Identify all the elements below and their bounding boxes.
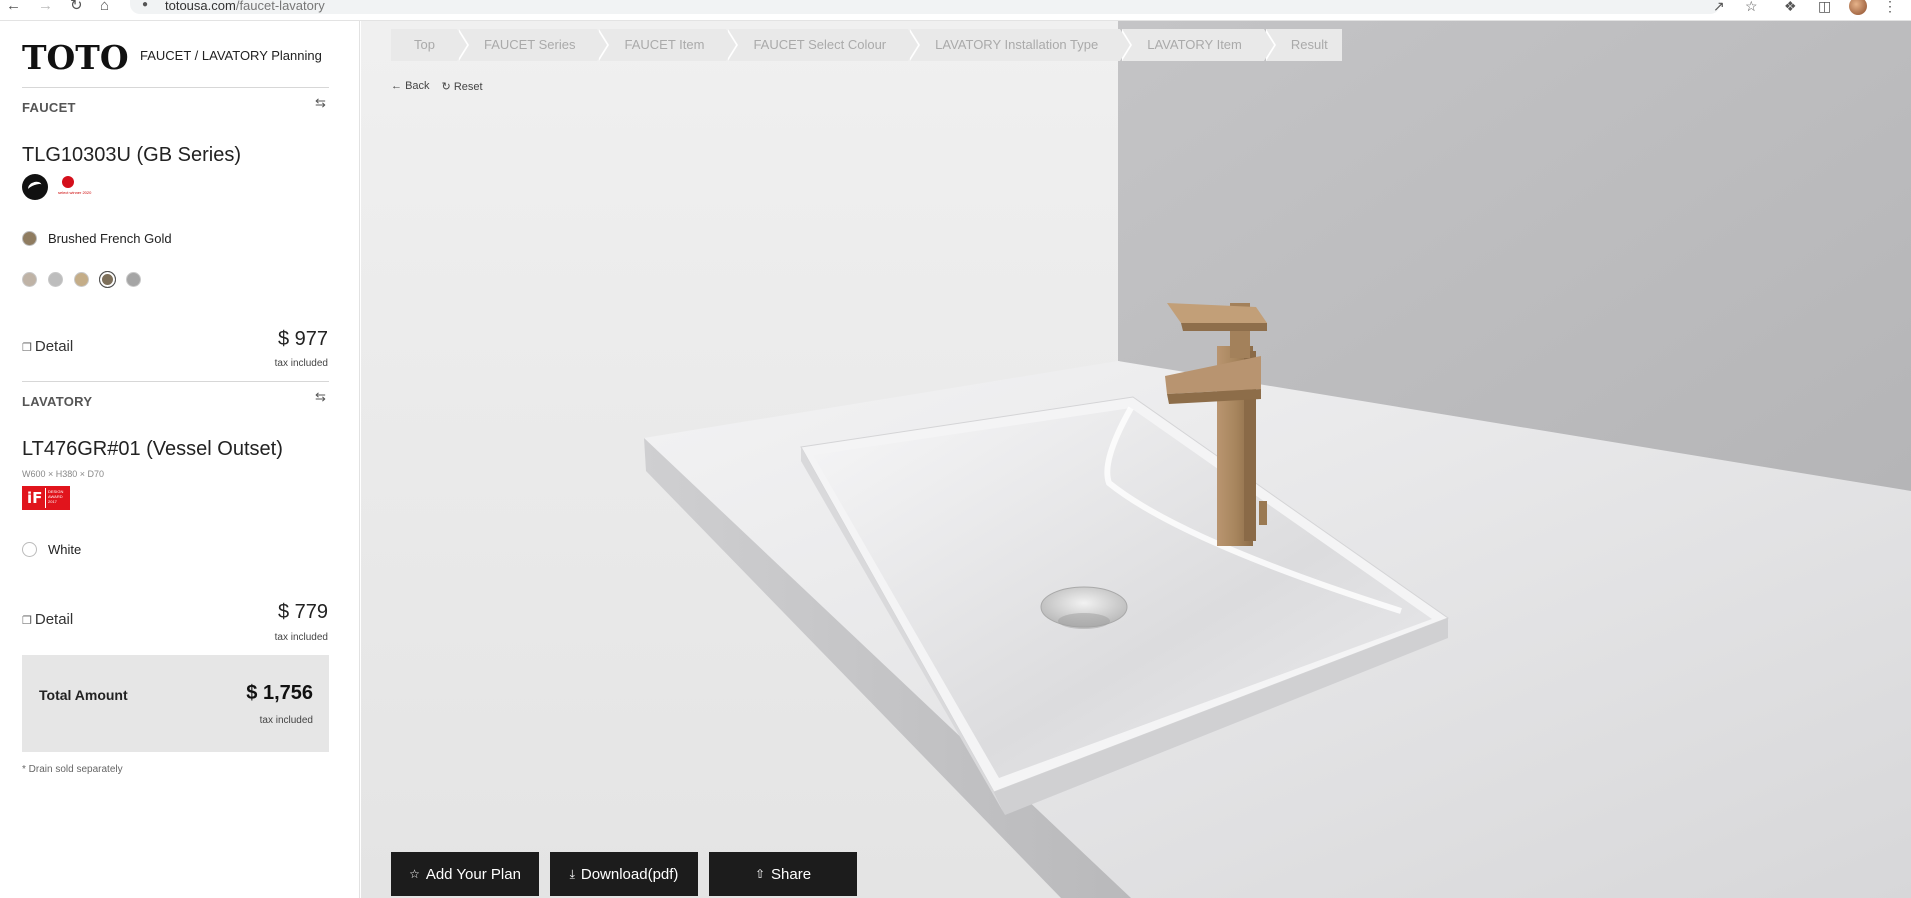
home-icon[interactable]: ⌂: [100, 0, 109, 13]
share-icon: ⇧: [754, 867, 766, 881]
window-icon: ❐: [22, 615, 32, 627]
divider: [22, 87, 329, 88]
faucet-series-logo-icon: [22, 174, 48, 200]
action-buttons: ☆ Add Your Plan ⤓ Download(pdf) ⇧ Share: [391, 852, 857, 896]
if-design-award-icon: iF DESIGN AWARD 2017: [22, 486, 70, 510]
app-title: FAUCET / LAVATORY Planning: [140, 48, 322, 63]
if-award-text: DESIGN AWARD 2017: [48, 489, 64, 504]
url-text: totousa.com/faucet-lavatory: [165, 0, 325, 13]
lock-icon: ●: [142, 0, 149, 10]
faucet-color-swatch[interactable]: [99, 271, 116, 288]
browser-toolbar: ← → ↻ ⌂ ● totousa.com/faucet-lavatory ↗ …: [0, 0, 1911, 21]
faucet-color-dot: [22, 231, 37, 246]
divider: [22, 381, 329, 382]
breadcrumb-step-7[interactable]: Result: [1265, 29, 1342, 61]
breadcrumb-step-5[interactable]: LAVATORY Installation Type: [910, 29, 1133, 61]
reset-button[interactable]: ↻ Reset: [442, 80, 483, 93]
faucet-color-name: Brushed French Gold: [48, 231, 172, 246]
side-panel-icon[interactable]: ◫: [1818, 0, 1831, 15]
lavatory-color-name: White: [48, 542, 82, 557]
3d-viewer[interactable]: Top FAUCET Series FAUCET Item FAUCET Select…: [361, 21, 1911, 898]
back-arrow-icon[interactable]: ←: [6, 0, 21, 13]
back-button[interactable]: ← Back: [391, 80, 430, 93]
download-icon: ⤓: [569, 866, 575, 881]
download-label: Download(pdf): [580, 865, 679, 883]
lavatory-tax-note: tax included: [274, 632, 328, 643]
breadcrumb-step-6[interactable]: LAVATORY Item: [1122, 29, 1276, 61]
product-render[interactable]: [361, 21, 1911, 898]
extensions-puzzle-icon[interactable]: ❖: [1784, 0, 1797, 15]
faucet-color-swatch[interactable]: [74, 272, 89, 287]
download-pdf-button[interactable]: ⤓ Download(pdf): [550, 852, 698, 896]
forward-arrow-icon[interactable]: →: [38, 0, 53, 13]
add-your-plan-button[interactable]: ☆ Add Your Plan: [391, 852, 539, 896]
star-icon: ☆: [409, 867, 420, 881]
drain-note: * Drain sold separately: [22, 764, 123, 775]
reset-icon: ↻: [441, 81, 451, 93]
back-label: Back: [405, 80, 430, 92]
faucet-color-swatches: [22, 271, 152, 288]
url-path: /faucet-lavatory: [235, 0, 325, 13]
lavatory-price: $ 779: [277, 601, 328, 623]
total-tax-note: tax included: [259, 715, 313, 726]
share-button[interactable]: ⇧ Share: [709, 852, 857, 896]
breadcrumb-step-1[interactable]: Top: [391, 29, 469, 61]
share-page-icon[interactable]: ↗: [1713, 0, 1725, 15]
address-bar[interactable]: ● totousa.com/faucet-lavatory: [130, 0, 1720, 14]
breadcrumb-step-3[interactable]: FAUCET Item: [599, 29, 739, 61]
lavatory-section-label: LAVATORY: [22, 394, 93, 409]
faucet-section-label: FAUCET: [22, 100, 76, 115]
planning-sidebar: TOTO FAUCET / LAVATORY Planning FAUCET ⇆…: [0, 21, 360, 898]
if-badge-text: iF: [27, 489, 43, 507]
faucet-color-swatch[interactable]: [22, 272, 37, 287]
share-label: Share: [771, 865, 812, 883]
lavatory-color-dot: [22, 542, 37, 557]
window-icon: ❐: [22, 342, 32, 354]
bookmark-star-icon[interactable]: ☆: [1745, 0, 1758, 15]
viewer-nav: ← Back ↻ Reset: [391, 80, 483, 93]
lavatory-swap-icon[interactable]: ⇆: [315, 389, 326, 405]
red-dot-award-text: select winner 2020: [58, 190, 92, 195]
lavatory-detail-label: Detail: [34, 611, 74, 628]
profile-avatar[interactable]: [1849, 0, 1867, 15]
faucet-product-name: TLG10303U (GB Series): [22, 144, 241, 166]
faucet-selected-color: Brushed French Gold: [22, 231, 172, 246]
total-label: Total Amount: [39, 687, 128, 703]
lavatory-product-name: LT476GR#01 (Vessel Outset): [22, 438, 283, 460]
lavatory-dimensions: W600 × H380 × D70: [22, 469, 105, 479]
step-breadcrumb: Top FAUCET Series FAUCET Item FAUCET Select…: [391, 29, 1344, 61]
faucet-detail-link[interactable]: ❐ Detail: [22, 338, 73, 355]
add-plan-label: Add Your Plan: [425, 865, 521, 883]
toto-logo[interactable]: TOTO: [22, 38, 129, 77]
faucet-swap-icon[interactable]: ⇆: [315, 95, 326, 111]
back-arrow-icon: ←: [391, 80, 402, 92]
faucet-color-swatch[interactable]: [48, 272, 63, 287]
breadcrumb-step-2[interactable]: FAUCET Series: [458, 29, 609, 61]
faucet-tax-note: tax included: [274, 358, 328, 369]
total-amount: $ 1,756: [246, 682, 313, 704]
total-amount-box: Total Amount $ 1,756 tax included: [22, 655, 329, 752]
menu-dots-icon[interactable]: ⋮: [1883, 0, 1897, 15]
url-host: totousa.com: [165, 0, 236, 13]
breadcrumb-step-4[interactable]: FAUCET Select Colour: [728, 29, 920, 61]
lavatory-selected-color: White: [22, 542, 81, 557]
reload-icon[interactable]: ↻: [70, 0, 83, 13]
faucet-color-swatch[interactable]: [126, 272, 141, 287]
lavatory-detail-link[interactable]: ❐ Detail: [22, 611, 73, 628]
reset-label: Reset: [453, 81, 483, 93]
faucet-price: $ 977: [277, 328, 328, 350]
faucet-detail-label: Detail: [34, 338, 74, 355]
